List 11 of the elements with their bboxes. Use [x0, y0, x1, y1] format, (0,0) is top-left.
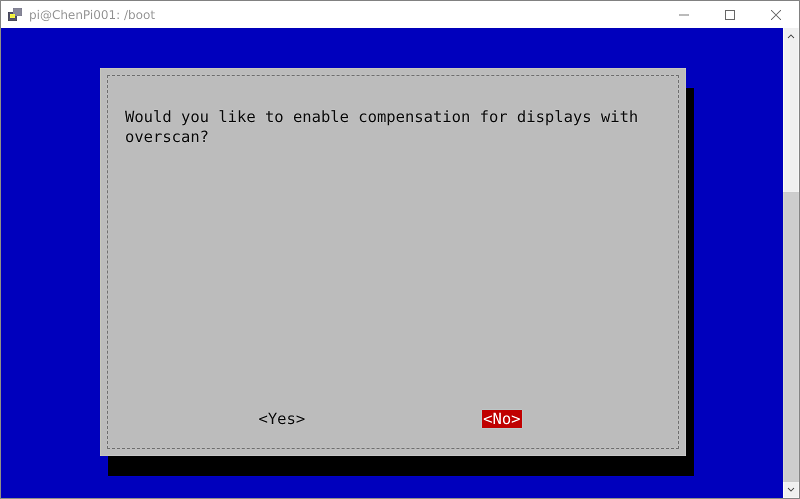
- maximize-icon: [725, 10, 735, 20]
- scroll-down-icon[interactable]: [787, 487, 795, 493]
- dialog-button[interactable]: <Yes>: [258, 410, 306, 428]
- scrollbar[interactable]: [783, 28, 799, 498]
- window-title: pi@ChenPi001: /boot: [29, 8, 156, 22]
- scroll-up-icon[interactable]: [787, 33, 795, 39]
- terminal-icon: [7, 6, 23, 22]
- dialog-button[interactable]: <No>: [482, 410, 522, 428]
- scrollbar-thumb[interactable]: [783, 192, 799, 482]
- dialog-message: Would you like to enable compensation for displays with overscan?: [125, 107, 640, 148]
- close-icon: [771, 10, 781, 20]
